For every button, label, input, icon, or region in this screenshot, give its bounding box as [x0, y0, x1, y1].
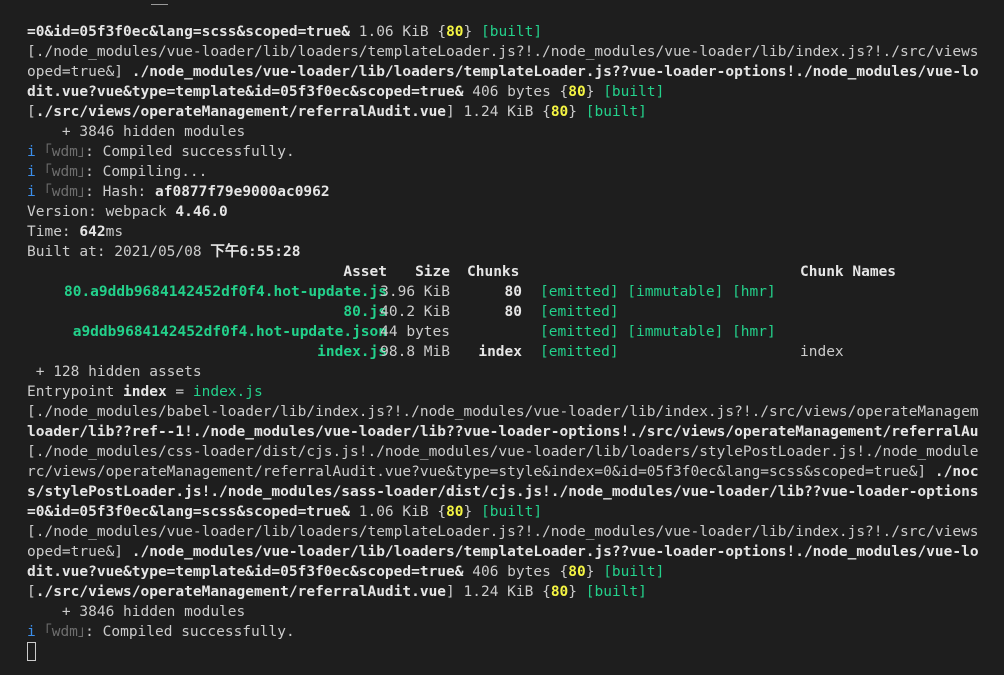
hidden-modules-line: + 3846 hidden modules: [27, 124, 246, 140]
output-line: dit.vue?vue&type=template&id=05f3f0ec&sc…: [27, 84, 665, 100]
asset-row: 80.js 40.2 KiB 80 [emitted]: [343, 304, 619, 320]
info-icon: i: [27, 144, 36, 160]
wdm-log-line: i ｢wdm｣: Compiled successfully.: [27, 624, 295, 640]
terminal-cursor[interactable]: [27, 642, 36, 661]
output-line: [./src/views/operateManagement/referralA…: [27, 584, 647, 600]
output-line: s/stylePostLoader.js!./node_modules/sass…: [27, 484, 979, 500]
time-line: Time: 642ms: [27, 224, 124, 240]
output-line: [./node_modules/vue-loader/lib/loaders/t…: [27, 524, 979, 540]
header-size: Size: [415, 264, 450, 280]
info-icon: i: [27, 184, 36, 200]
output-line: =0&id=05f3f0ec&lang=scss&scoped=true& 1.…: [27, 504, 543, 520]
terminal-panel[interactable]: =0&id=05f3f0ec&lang=scss&scoped=true& 1.…: [0, 0, 1004, 675]
wdm-log-line: i ｢wdm｣: Hash: af0877f79e9000ac0962: [27, 184, 330, 200]
output-line: [./src/views/operateManagement/referralA…: [27, 104, 647, 120]
output-line: dit.vue?vue&type=template&id=05f3f0ec&sc…: [27, 564, 665, 580]
header-chunks: Chunks: [467, 264, 520, 280]
hidden-assets-line: + 128 hidden assets: [27, 364, 202, 380]
build-hash: af0877f79e9000ac0962: [155, 184, 330, 200]
asset-row: index.js 98.8 MiB index [emitted] index: [317, 344, 844, 360]
terminal-output: =0&id=05f3f0ec&lang=scss&scoped=true& 1.…: [27, 22, 1004, 662]
asset-row: 80.a9ddb9684142452df0f4.hot-update.js 3.…: [63, 284, 776, 300]
built-at-line: Built at: 2021/05/08 下午6:55:28: [27, 244, 301, 260]
info-icon: i: [27, 164, 36, 180]
asset-row: a9ddb9684142452df0f4.hot-update.json 44 …: [72, 324, 776, 340]
output-line: [./node_modules/css-loader/dist/cjs.js!.…: [27, 444, 979, 460]
scroll-marker: [151, 4, 168, 5]
output-line: [./node_modules/vue-loader/lib/loaders/t…: [27, 44, 979, 60]
output-line: oped=true&] ./node_modules/vue-loader/li…: [27, 64, 979, 80]
header-chunk-names: Chunk Names: [800, 264, 897, 280]
version-line: Version: webpack 4.46.0: [27, 204, 228, 220]
header-asset: Asset: [343, 264, 387, 280]
output-line: oped=true&] ./node_modules/vue-loader/li…: [27, 544, 979, 560]
wdm-log-line: i ｢wdm｣: Compiled successfully.: [27, 144, 295, 160]
hidden-modules-line: + 3846 hidden modules: [27, 604, 246, 620]
asset-table-header: Asset Size Chunks Chunk Names: [27, 262, 1004, 282]
output-line: loader/lib??ref--1!./node_modules/vue-lo…: [27, 424, 979, 440]
output-line: rc/views/operateManagement/referralAudit…: [27, 464, 979, 480]
output-line: =0&id=05f3f0ec&lang=scss&scoped=true& 1.…: [27, 24, 543, 40]
output-line: [./node_modules/babel-loader/lib/index.j…: [27, 404, 979, 420]
entrypoint-line: Entrypoint index = index.js: [27, 384, 263, 400]
prompt-line[interactable]: [27, 642, 1004, 662]
info-icon: i: [27, 624, 36, 640]
wdm-log-line: i ｢wdm｣: Compiling...: [27, 164, 208, 180]
